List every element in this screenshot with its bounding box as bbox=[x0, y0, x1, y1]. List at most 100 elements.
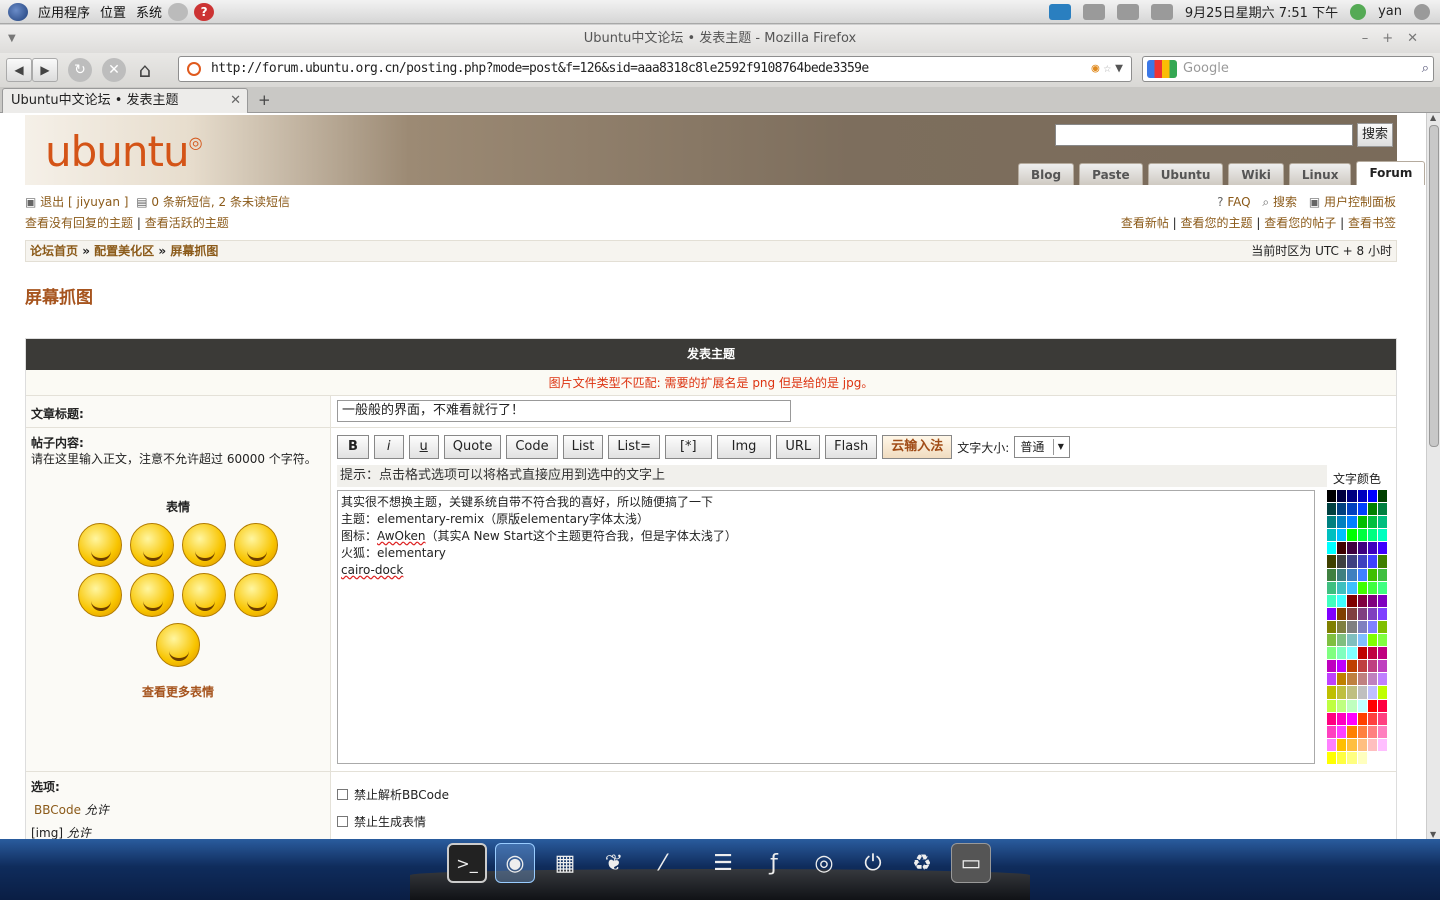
color-swatch[interactable] bbox=[1337, 568, 1347, 581]
flash-button[interactable]: Flash bbox=[825, 435, 878, 459]
url-button[interactable]: URL bbox=[776, 435, 821, 459]
color-swatch[interactable] bbox=[1367, 686, 1377, 699]
color-swatch[interactable] bbox=[1357, 503, 1367, 516]
message-textarea[interactable]: 其实很不想换主题，关键系统自带不符合我的喜好，所以随便搞了一下 主题：eleme… bbox=[337, 490, 1315, 764]
disable-smilies-label[interactable]: 禁止生成表情 bbox=[354, 813, 426, 830]
color-swatch[interactable] bbox=[1377, 699, 1387, 712]
color-swatch[interactable] bbox=[1337, 516, 1347, 529]
color-swatch[interactable] bbox=[1367, 751, 1377, 764]
color-swatch[interactable] bbox=[1357, 712, 1367, 725]
bookmark-star-icon[interactable]: ☆ bbox=[1103, 61, 1115, 76]
color-swatch[interactable] bbox=[1377, 607, 1387, 620]
home-button[interactable]: ⌂ bbox=[132, 58, 158, 82]
color-swatch[interactable] bbox=[1357, 542, 1367, 555]
site-tab-paste[interactable]: Paste bbox=[1079, 163, 1143, 185]
color-swatch[interactable] bbox=[1337, 725, 1347, 738]
header-search-input[interactable] bbox=[1055, 124, 1353, 146]
color-swatch[interactable] bbox=[1377, 620, 1387, 634]
smiley-icon[interactable] bbox=[78, 523, 122, 567]
launcher-icon[interactable] bbox=[168, 2, 189, 21]
color-swatch[interactable] bbox=[1327, 581, 1337, 594]
color-swatch[interactable] bbox=[1347, 620, 1357, 634]
list-item-button[interactable]: [*] bbox=[664, 435, 712, 459]
color-swatch[interactable] bbox=[1357, 686, 1367, 699]
smiley-icon[interactable] bbox=[234, 523, 278, 567]
places-menu[interactable]: 位置 bbox=[100, 2, 126, 21]
color-swatch[interactable] bbox=[1337, 529, 1347, 542]
site-tab-forum[interactable]: Forum bbox=[1356, 161, 1426, 185]
scroll-down-icon[interactable]: ▼ bbox=[1430, 830, 1436, 839]
tab-close-icon[interactable]: ✕ bbox=[230, 89, 241, 113]
color-swatch[interactable] bbox=[1327, 490, 1337, 503]
trash-icon[interactable]: ♻ bbox=[902, 843, 942, 883]
color-swatch[interactable] bbox=[1377, 686, 1387, 699]
color-swatch[interactable] bbox=[1327, 712, 1337, 725]
color-swatch[interactable] bbox=[1357, 555, 1367, 568]
search-engine-box[interactable]: Google ⌕ bbox=[1142, 56, 1434, 82]
color-swatch[interactable] bbox=[1357, 529, 1367, 542]
color-swatch[interactable] bbox=[1327, 647, 1337, 660]
color-swatch[interactable] bbox=[1347, 634, 1357, 647]
firefox-icon[interactable]: ◉ bbox=[495, 843, 535, 883]
minimize-icon[interactable]: – bbox=[1362, 31, 1383, 46]
color-swatch[interactable] bbox=[1377, 490, 1387, 503]
volume-icon[interactable] bbox=[1116, 3, 1139, 20]
footprints-icon[interactable]: ❦ bbox=[594, 843, 634, 883]
notes-icon[interactable]: ☰ bbox=[703, 843, 743, 883]
underline-button[interactable]: u bbox=[408, 435, 439, 459]
site-tab-wiki[interactable]: Wiki bbox=[1228, 163, 1284, 185]
color-swatch[interactable] bbox=[1357, 581, 1367, 594]
disable-bbcode-checkbox[interactable] bbox=[337, 789, 348, 800]
new-tab-button[interactable]: + bbox=[258, 88, 271, 112]
color-swatch[interactable] bbox=[1377, 529, 1387, 542]
mail-icon[interactable] bbox=[1150, 3, 1173, 20]
site-tab-linux[interactable]: Linux bbox=[1288, 163, 1352, 185]
color-swatch[interactable] bbox=[1347, 699, 1357, 712]
reload-button[interactable]: ↻ bbox=[68, 58, 92, 82]
scrollbar-thumb[interactable] bbox=[1429, 125, 1439, 447]
keyboard-icon[interactable] bbox=[1082, 3, 1105, 20]
color-swatch[interactable] bbox=[1347, 490, 1357, 503]
url-bar[interactable]: http://forum.ubuntu.org.cn/posting.php?m… bbox=[178, 56, 1132, 82]
color-swatch[interactable] bbox=[1367, 542, 1377, 555]
color-swatch[interactable] bbox=[1327, 555, 1337, 568]
network-icon[interactable] bbox=[1048, 3, 1071, 20]
color-swatch[interactable] bbox=[1377, 555, 1387, 568]
color-swatch[interactable] bbox=[1337, 620, 1347, 634]
help-icon[interactable]: ? bbox=[194, 2, 215, 21]
color-swatch[interactable] bbox=[1377, 660, 1387, 673]
vertical-scrollbar[interactable]: ▲ ▼ bbox=[1426, 113, 1440, 839]
color-swatch[interactable] bbox=[1367, 712, 1377, 725]
color-swatch[interactable] bbox=[1327, 542, 1337, 555]
color-swatch[interactable] bbox=[1377, 516, 1387, 529]
color-swatch[interactable] bbox=[1337, 634, 1347, 647]
scroll-up-icon[interactable]: ▲ bbox=[1430, 113, 1436, 122]
user-menu[interactable]: yan bbox=[1378, 4, 1402, 19]
system-menu[interactable]: 系统 bbox=[136, 2, 162, 21]
color-swatch[interactable] bbox=[1347, 503, 1357, 516]
bold-button[interactable]: B bbox=[337, 435, 369, 459]
header-search-button[interactable]: 搜索 bbox=[1357, 123, 1393, 147]
color-swatch[interactable] bbox=[1357, 490, 1367, 503]
color-swatch[interactable] bbox=[1377, 725, 1387, 738]
window-menu-icon[interactable]: ▼ bbox=[8, 25, 16, 53]
applications-menu[interactable]: 应用程序 bbox=[38, 2, 90, 21]
color-swatch[interactable] bbox=[1357, 751, 1367, 764]
color-swatch[interactable] bbox=[1377, 594, 1387, 607]
smiley-icon[interactable] bbox=[182, 573, 226, 617]
ucp-link[interactable]: 用户控制面板 bbox=[1324, 195, 1396, 209]
smiley-icon[interactable] bbox=[182, 523, 226, 567]
tab-forum-post[interactable]: Ubuntu中文论坛 • 发表主题 ✕ bbox=[2, 88, 248, 113]
page-title[interactable]: 屏幕抓图 bbox=[25, 283, 93, 308]
logout-link[interactable]: 退出 [ jiyuyan ] bbox=[40, 195, 128, 209]
code-button[interactable]: Code bbox=[506, 435, 558, 459]
color-swatch[interactable] bbox=[1347, 647, 1357, 660]
your-topics-link[interactable]: 查看您的主题 bbox=[1181, 216, 1253, 230]
color-swatch[interactable] bbox=[1327, 686, 1337, 699]
unanswered-topics-link[interactable]: 查看没有回复的主题 bbox=[25, 216, 133, 230]
color-swatch[interactable] bbox=[1327, 634, 1337, 647]
color-swatch[interactable] bbox=[1367, 490, 1377, 503]
disable-smilies-checkbox[interactable] bbox=[337, 816, 348, 827]
color-swatch[interactable] bbox=[1367, 607, 1377, 620]
color-swatch[interactable] bbox=[1357, 647, 1367, 660]
